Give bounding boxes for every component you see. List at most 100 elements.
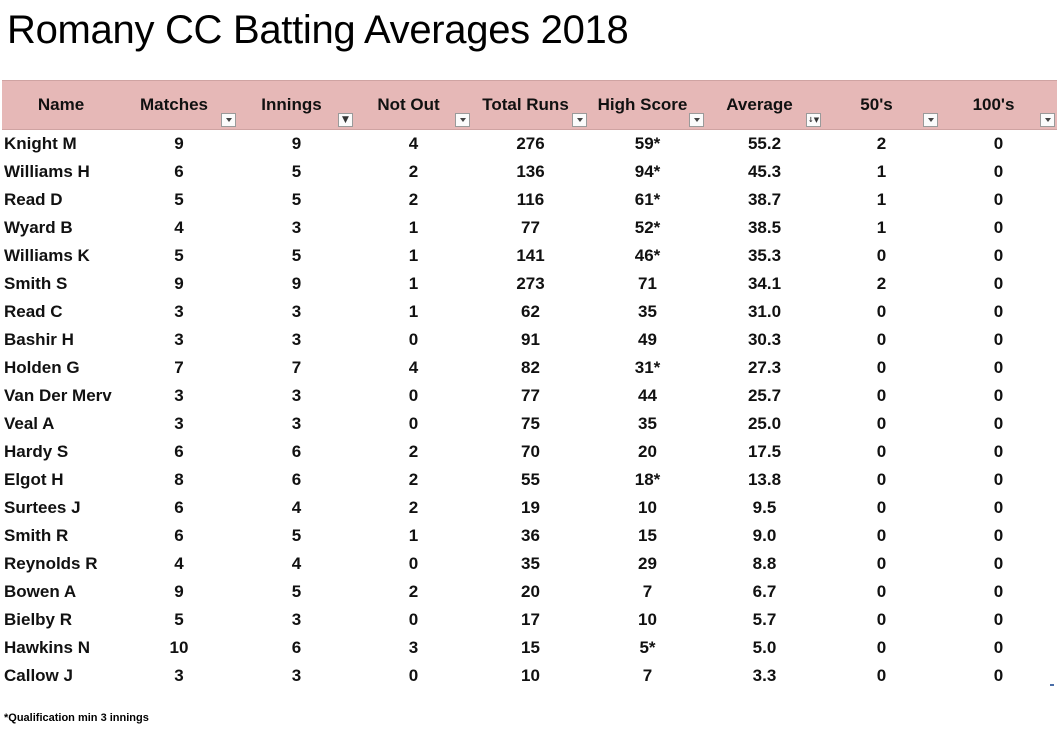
cell-fifties: 0 <box>876 470 887 489</box>
cell-not-out: 1 <box>408 246 419 265</box>
cell-name: Holden G <box>4 358 80 377</box>
cell-not-out: 1 <box>408 302 419 321</box>
cell-innings: 3 <box>291 386 302 405</box>
cell-average: 6.7 <box>752 582 777 601</box>
cell-hundreds: 0 <box>993 582 1004 601</box>
cell-not-out: 2 <box>408 498 419 517</box>
cell-not-out: 2 <box>408 582 419 601</box>
filter-dropdown-button-hundreds[interactable] <box>1040 113 1055 127</box>
cell-total-runs: 15 <box>521 638 540 657</box>
cell-average: 8.8 <box>752 554 777 573</box>
cell-average: 5.0 <box>752 638 777 657</box>
column-header-label: 50's <box>860 95 893 114</box>
column-header-matches: Matches <box>120 80 238 130</box>
cell-high-score: 49 <box>638 330 657 349</box>
filter-dropdown-button-not-out[interactable] <box>455 113 470 127</box>
cell-high-score: 31* <box>634 358 661 377</box>
cell-average: 5.7 <box>752 610 777 629</box>
cell-matches: 3 <box>174 414 184 433</box>
filter-dropdown-button-average[interactable]: ↓▼ <box>806 113 821 127</box>
cell-hundreds: 0 <box>993 134 1004 153</box>
cell-innings: 3 <box>291 666 302 685</box>
filter-funnel-icon: ▼ <box>342 114 349 125</box>
column-header-hundreds: 100's <box>940 80 1057 130</box>
cell-total-runs: 136 <box>516 162 545 181</box>
table-row: Hardy S 6 6 2 70 20 17.5 0 0 <box>2 438 1057 466</box>
cell-matches: 9 <box>174 582 184 601</box>
cell-average: 34.1 <box>747 274 782 293</box>
filter-dropdown-button-matches[interactable] <box>221 113 236 127</box>
cell-average: 9.5 <box>752 498 777 517</box>
cell-total-runs: 77 <box>521 218 540 237</box>
cell-fifties: 0 <box>876 610 887 629</box>
cell-high-score: 35 <box>638 302 657 321</box>
cell-not-out: 1 <box>408 218 419 237</box>
cell-matches: 10 <box>169 638 189 657</box>
filter-dropdown-button-innings[interactable]: ▼ <box>338 113 353 127</box>
cell-average: 9.0 <box>752 526 777 545</box>
cell-average: 25.7 <box>747 386 782 405</box>
filter-dropdown-button-high-score[interactable] <box>689 113 704 127</box>
cell-hundreds: 0 <box>993 218 1004 237</box>
cell-innings: 3 <box>291 218 302 237</box>
cell-high-score: 35 <box>638 414 657 433</box>
cell-innings: 6 <box>291 470 302 489</box>
cell-high-score: 46* <box>634 246 661 265</box>
cell-name: Elgot H <box>4 470 64 489</box>
cell-total-runs: 35 <box>521 554 540 573</box>
cell-high-score: 18* <box>634 470 661 489</box>
column-header-label: High Score <box>597 95 688 114</box>
cell-hundreds: 0 <box>993 526 1004 545</box>
column-header-label: Innings <box>261 95 322 114</box>
cell-matches: 3 <box>174 302 184 321</box>
cell-fifties: 0 <box>876 246 887 265</box>
cell-matches: 4 <box>174 218 184 237</box>
cell-average: 38.5 <box>747 218 782 237</box>
cell-fifties: 1 <box>876 190 887 209</box>
cell-average: 17.5 <box>747 442 782 461</box>
dropdown-arrow-icon <box>693 118 700 122</box>
table-row: Bowen A 9 5 2 20 7 6.7 0 0 <box>2 578 1057 606</box>
cell-matches: 9 <box>174 274 184 293</box>
cell-total-runs: 276 <box>516 134 545 153</box>
page-title: Romany CC Batting Averages 2018 <box>7 8 629 52</box>
cell-average: 31.0 <box>747 302 782 321</box>
cell-innings: 9 <box>291 134 302 153</box>
cell-hundreds: 0 <box>993 162 1004 181</box>
cell-name: Wyard B <box>4 218 73 237</box>
cell-not-out: 4 <box>408 134 419 153</box>
column-header-total-runs: Total Runs <box>472 80 589 130</box>
table-row: Reynolds R 4 4 0 35 29 8.8 0 0 <box>2 550 1057 578</box>
cell-fifties: 0 <box>876 526 887 545</box>
cell-fifties: 0 <box>876 386 887 405</box>
cell-hundreds: 0 <box>993 246 1004 265</box>
cell-high-score: 7 <box>642 666 653 685</box>
cell-total-runs: 116 <box>516 190 545 209</box>
cell-name: Callow J <box>4 666 73 685</box>
cell-matches: 6 <box>174 442 184 461</box>
cell-matches: 6 <box>174 162 184 181</box>
cell-matches: 5 <box>174 246 184 265</box>
cell-innings: 4 <box>291 554 302 573</box>
cell-not-out: 0 <box>408 666 419 685</box>
dropdown-arrow-icon <box>576 118 583 122</box>
table-row: Bashir H 3 3 0 91 49 30.3 0 0 <box>2 326 1057 354</box>
filter-dropdown-button-total-runs[interactable] <box>572 113 587 127</box>
cell-name: Hardy S <box>4 442 69 461</box>
cell-not-out: 1 <box>408 526 419 545</box>
table-body: Knight M 9 9 4 276 59* 55.2 2 0 Williams H 6 5 2 136 9… <box>2 130 1057 691</box>
cell-innings: 3 <box>291 414 302 433</box>
filter-dropdown-button-fifties[interactable] <box>923 113 938 127</box>
cell-high-score: 10 <box>638 610 657 629</box>
cell-average: 13.8 <box>747 470 782 489</box>
cell-name: Williams H <box>4 162 90 181</box>
cell-not-out: 1 <box>408 274 419 293</box>
table-row: Smith S 9 9 1 273 71 34.1 2 0 <box>2 270 1057 298</box>
cell-not-out: 0 <box>408 386 419 405</box>
cell-innings: 5 <box>291 526 302 545</box>
table-row: Read C 3 3 1 62 35 31.0 0 0 <box>2 298 1057 326</box>
cell-average: 3.3 <box>752 666 777 685</box>
cell-high-score: 94* <box>634 162 661 181</box>
header-row: Name Matches Innings ▼ Not Out Total Runs High… <box>2 80 1057 130</box>
cell-fifties: 0 <box>876 302 887 321</box>
